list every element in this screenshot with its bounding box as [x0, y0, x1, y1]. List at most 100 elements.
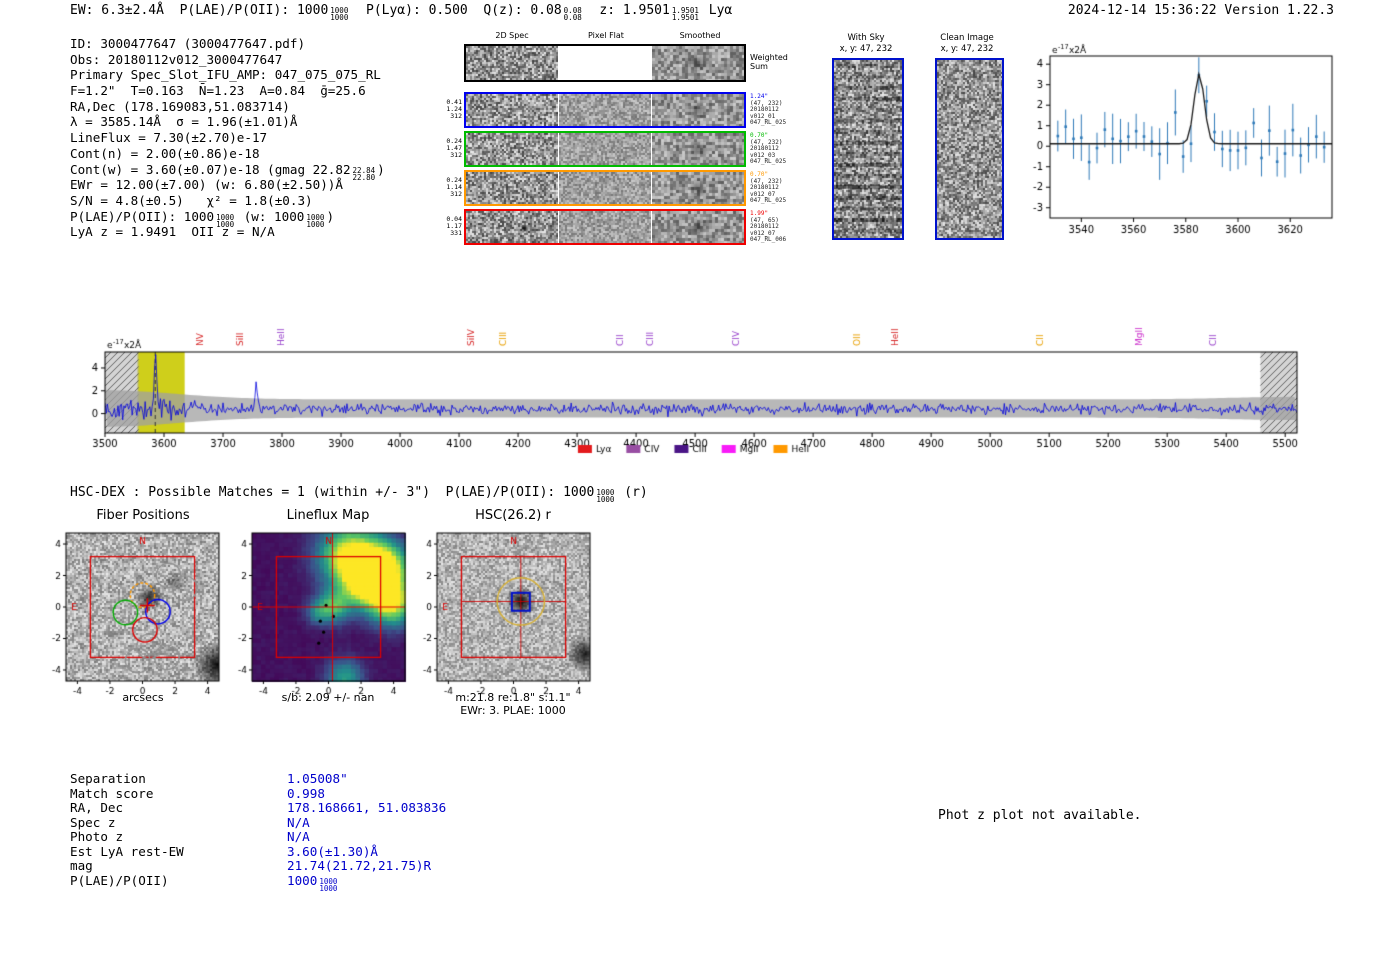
- header-stat-text: z: 1.9501: [583, 3, 670, 18]
- clean-image-title: Clean Image x, y: 47, 232: [907, 33, 1027, 55]
- weighted-sum-line: Weighted: [750, 53, 788, 62]
- info-line-2: Primary Spec_Slot_IFU_AMP: 047_075_075_R…: [70, 67, 385, 83]
- info-frac-bot: 1000: [306, 219, 325, 229]
- match-value-text: 178.168661, 51.083836: [287, 800, 447, 815]
- info-text: ): [377, 161, 385, 177]
- lineflux-caption: s/b: 2.09 +/- nan: [281, 691, 375, 704]
- fiber-row-annotation: 1.24" (47, 232) 20180112 v012_01 047_RL_025: [750, 93, 812, 127]
- match-value: N/A: [287, 829, 310, 844]
- match-row: Photo z N/A: [70, 829, 446, 845]
- match-table: Separation 1.05008" Match score 0.998 RA, De…: [70, 771, 447, 892]
- match-label: mag: [70, 858, 93, 873]
- pixelflat-image: [559, 94, 651, 126]
- match-value: 0.998: [287, 786, 325, 801]
- header-stat-frac: 1000 1000: [330, 7, 349, 22]
- match-label: Est LyA rest-EW: [70, 843, 184, 859]
- hsc-cutout-title: HSC(26.2) r: [475, 508, 551, 523]
- header-stat-frac-bot: 1000: [330, 13, 349, 22]
- spec2d-image: [466, 46, 558, 80]
- with-sky-image: [834, 60, 902, 238]
- header-stat-frac-bot: 1.9501: [671, 13, 699, 22]
- info-line-5: λ = 3585.14Å σ = 1.96(±1.01)Å: [70, 114, 385, 130]
- hsc-dex-text: (r): [616, 485, 648, 500]
- fiber-weight: 312: [450, 112, 462, 120]
- pixelflat-image: [559, 133, 651, 165]
- spec2d-fiber-row: [464, 170, 746, 206]
- hsc-caption-1: m:21.8 re:1.8" s:1.1": [455, 691, 571, 704]
- fiber-row-weights: 0.24 1.14 312: [440, 177, 462, 198]
- hsc-dex-frac-bot: 1000: [596, 495, 615, 504]
- fiber-weight: 312: [450, 190, 462, 198]
- info-line-7: Cont(n) = 2.00(±0.86)e-18: [70, 146, 385, 162]
- match-label: Match score: [70, 785, 154, 801]
- photz-note: Phot z plot not available.: [938, 808, 1142, 823]
- smoothed-image: [652, 172, 744, 204]
- fiber-row-weights: 0.04 1.17 331: [440, 216, 462, 237]
- match-value: 21.74(21.72,21.75)R: [287, 858, 431, 873]
- clean-image-panel: [935, 58, 1004, 240]
- fiber-row-annotation: 1.99" (47, 65) 20180112 v012_07 047_RL_006: [750, 210, 812, 244]
- smoothed-image: [652, 46, 744, 80]
- info-block: ID: 3000477647 (3000477647.pdf) Obs: 2018…: [70, 36, 385, 240]
- info-line-11: P(LAE)/P(OII): 1000 1000 1000 (w: 1000 1000…: [70, 208, 385, 229]
- info-text: Cont(w) = 3.60(±0.07)e-18 (gmag 22.82: [70, 161, 351, 177]
- with-sky-panel: [832, 58, 904, 240]
- match-row: Match score 0.998: [70, 785, 446, 802]
- smoothed-image: [652, 133, 744, 165]
- match-value-text: N/A: [287, 814, 310, 830]
- match-value: 1000 1000 1000: [287, 873, 339, 892]
- lineflux-heatmap: [222, 523, 412, 701]
- header-stat-frac-bot: 0.08: [563, 13, 582, 22]
- fiber-row-annotation: 0.70" (47, 232) 20180112 v012_07 047_RL_025: [750, 171, 812, 205]
- zoom-spectrum-plot: [1010, 42, 1350, 240]
- match-label: Separation: [70, 771, 146, 786]
- match-row: Separation 1.05008": [70, 771, 446, 787]
- header-stat-text: P(Lyα): 0.500 Q(z): 0.08: [350, 3, 562, 18]
- match-value-text: 0.998: [287, 785, 325, 801]
- full-spectrum-plot: [70, 288, 1342, 474]
- fiber-row-annotation: 0.70" (47, 232) 20180112 v012_03 047_RL_025: [750, 132, 812, 166]
- match-label: RA, Dec: [70, 800, 124, 815]
- clean-image: [937, 60, 1002, 238]
- weighted-sum-line: Sum: [750, 62, 768, 71]
- info-text: Obs: 20180112v012_3000477647: [70, 51, 283, 67]
- info-text: RA,Dec (178.169083,51.083714): [70, 98, 290, 114]
- hsc-image-cutout: [407, 523, 597, 701]
- match-label: P(LAE)/P(OII): [70, 872, 169, 888]
- pixelflat-image: [559, 211, 651, 243]
- pixelflat-image: [559, 172, 651, 204]
- lineflux-map-title: Lineflux Map: [286, 508, 370, 523]
- header-stat-frac: 0.08 0.08: [563, 7, 582, 22]
- fiber-positions-map: [36, 523, 226, 701]
- spec2d-fiber-row: [464, 209, 746, 245]
- spec2d-weighted-sum-row: [464, 44, 746, 82]
- smoothed-image: [652, 94, 744, 126]
- info-line-3: F=1.2" T=0.163 N̄=1.23 A=0.84 ḡ=25.6: [70, 83, 385, 99]
- info-text: (w: 1000: [236, 208, 305, 224]
- fiber-xlabel: arcsecs: [122, 691, 164, 704]
- fiber-weight: 331: [450, 229, 462, 237]
- header-stats: EW: 6.3±2.4Å P(LAE)/P(OII): 1000 1000 1000…: [70, 3, 732, 21]
- info-text: λ = 3585.14Å σ = 1.96(±1.01)Å: [70, 114, 298, 130]
- spec2d-image: [466, 211, 558, 243]
- header-stat-frac: 1.9501 1.9501: [671, 7, 699, 22]
- info-line-9: EWr = 12.00(±7.00) (w: 6.80(±2.50))Å: [70, 177, 385, 193]
- match-row: Est LyA rest-EW 3.60(±1.30)Å: [70, 843, 446, 860]
- fiber-row-weights: 0.41 1.24 312: [440, 99, 462, 120]
- match-value-frac-bot: 1000: [319, 883, 338, 893]
- hsc-dex-text: HSC-DEX : Possible Matches = 1 (within +…: [70, 485, 595, 500]
- weighted-sum-label: Weighted Sum: [750, 53, 812, 71]
- match-value-text: N/A: [287, 829, 310, 844]
- fiber-ann-line: 047_RL_006: [750, 236, 787, 244]
- info-text: ID: 3000477647 (3000477647.pdf): [70, 36, 306, 51]
- spec2d-header-2: Smoothed: [679, 31, 721, 40]
- hsc-caption-2: EWr: 3. PLAE: 1000: [460, 704, 566, 717]
- info-line-8: Cont(w) = 3.60(±0.07)e-18 (gmag 22.82 22.…: [70, 161, 385, 181]
- fiber-row-weights: 0.24 1.47 312: [440, 138, 462, 159]
- match-value-frac: 1000 1000: [319, 877, 338, 893]
- info-text: LineFlux = 7.30(±2.70)e-17: [70, 130, 268, 146]
- spec2d-image: [466, 172, 558, 204]
- match-label: Photo z: [70, 829, 124, 844]
- info-text: ): [326, 208, 335, 224]
- hsc-dex-frac: 1000 1000: [596, 489, 615, 504]
